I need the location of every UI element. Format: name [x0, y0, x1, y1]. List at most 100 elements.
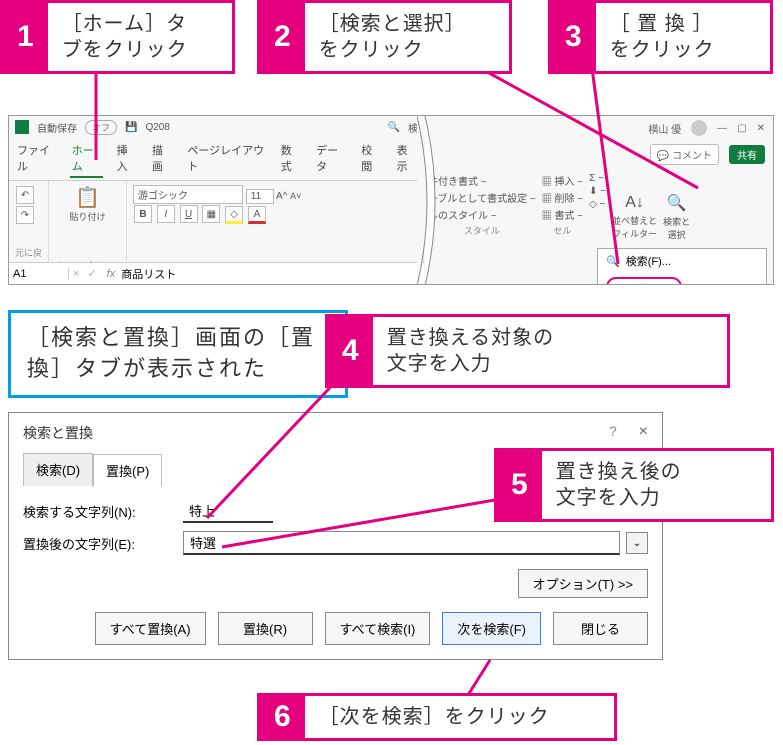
callout-3-text: ［ 置 換 ］ をクリック	[596, 3, 729, 71]
undo-icon[interactable]: ↶	[16, 186, 34, 204]
share-button[interactable]: 共有	[729, 145, 765, 164]
tab-home[interactable]: ホーム	[70, 140, 103, 178]
callout-4: 4 置き換える対象の 文字を入力	[325, 314, 730, 388]
fill-icon[interactable]: ⬇ ~	[589, 186, 606, 197]
fx-icon[interactable]: fx	[101, 268, 122, 280]
formula-value[interactable]: 商品リスト	[121, 266, 176, 282]
avatar[interactable]	[691, 120, 707, 136]
doc-name: Q208	[145, 122, 169, 133]
tab-data[interactable]: データ	[314, 140, 347, 178]
fx-cancel-icon[interactable]: ×	[69, 268, 83, 280]
dialog-buttons: すべて置換(A) 置換(R) すべて検索(I) 次を検索(F) 閉じる	[23, 612, 648, 645]
comment-share-row: 💬 コメント 共有	[424, 140, 773, 169]
titlebar-right: 横山 優 — ▢ ✕	[424, 116, 773, 140]
fill-color-button[interactable]: ◇	[225, 206, 243, 224]
tab-insert[interactable]: 挿入	[115, 140, 138, 178]
window-maximize-icon[interactable]: ▢	[737, 123, 746, 134]
dialog-title: 検索と置換	[23, 423, 93, 443]
options-button[interactable]: オプション(T) >>	[518, 569, 648, 598]
comment-button[interactable]: 💬 コメント	[650, 144, 719, 165]
sort-filter-icon: A↓	[612, 194, 657, 212]
ribbon-tabs: ファイル ホーム 挿入 描画 ページレイアウト 数式 データ 校閲 表示	[9, 138, 424, 181]
callout-6: 6 ［次を検索］をクリック	[257, 693, 617, 741]
tab-layout[interactable]: ページレイアウト	[185, 140, 266, 178]
window-close-icon[interactable]: ✕	[757, 123, 765, 134]
dialog-help-icon[interactable]: ?	[609, 423, 617, 439]
excel-icon	[15, 120, 29, 134]
underline-button[interactable]: U	[180, 205, 198, 223]
callout-5-num: 5	[497, 451, 542, 519]
replace-input[interactable]	[183, 531, 620, 555]
italic-button[interactable]: I	[157, 205, 175, 223]
callout-5-text: 置き換え後の 文字を入力	[542, 451, 696, 519]
callout-2-text: ［検索と選択］ をクリック	[305, 3, 480, 71]
redo-icon[interactable]: ↷	[16, 206, 34, 224]
find-select-icon: 🔍	[663, 193, 690, 213]
dialog-tab-find[interactable]: 検索(D)	[23, 453, 93, 486]
find-next-button[interactable]: 次を検索(F)	[442, 612, 541, 645]
excel-ribbon: 自動保存 オフ 💾 Q208 🔍 検 ファイル ホーム 挿入 描画 ページレイア…	[8, 115, 774, 285]
callout-1: 1 ［ホーム］タ ブをクリック	[0, 0, 235, 74]
ribbon-left: 自動保存 オフ 💾 Q208 🔍 検 ファイル ホーム 挿入 描画 ページレイア…	[9, 116, 424, 284]
sort-filter-button[interactable]: A↓ 並べ替えと フィルター	[612, 173, 657, 260]
tab-view[interactable]: 表示	[395, 140, 418, 178]
tab-draw[interactable]: 描画	[150, 140, 173, 178]
dialog-tab-replace[interactable]: 置換(P)	[93, 454, 162, 487]
info-box: ［検索と置換］画面の［置 換］タブが表示された	[8, 310, 348, 398]
paste-icon[interactable]: 📋	[55, 185, 120, 210]
callout-6-text: ［次を検索］をクリック	[305, 696, 564, 738]
decrease-font-icon[interactable]: A˅	[290, 191, 301, 201]
find-all-button[interactable]: すべて検索(I)	[325, 612, 431, 645]
clear-icon[interactable]: ◇ ~	[589, 199, 606, 210]
save-icon[interactable]: 💾	[125, 122, 137, 133]
options-row: オプション(T) >>	[23, 569, 648, 598]
callout-3: 3 ［ 置 換 ］ をクリック	[548, 0, 773, 74]
ribbon-right: 横山 優 — ▢ ✕ 💬 コメント 共有 件付き書式 ~ ーブルとして書式設定 …	[424, 116, 773, 284]
replace-label: 置換後の文字列(E):	[23, 534, 173, 553]
delete-cells[interactable]: ▦ 削除 ~	[542, 190, 583, 205]
border-button[interactable]: ▦	[202, 205, 220, 223]
tab-file[interactable]: ファイル	[15, 140, 58, 178]
replace-dropdown-button[interactable]: ⌄	[626, 532, 648, 554]
cell-reference[interactable]: A1	[9, 268, 69, 280]
find-select-label: 検索と 選択	[663, 215, 690, 241]
callout-4-text: 置き換える対象の 文字を入力	[373, 317, 568, 385]
replace-button[interactable]: 置換(R)	[218, 612, 313, 645]
dropdown-replace[interactable]: ↔ 置換(R)...	[598, 273, 766, 285]
bold-button[interactable]: B	[134, 205, 152, 223]
autosave-toggle[interactable]: オフ	[85, 120, 117, 135]
group-editing-icons: Σ ~ ⬇ ~ ◇ ~	[589, 173, 606, 260]
autosave-label: 自動保存	[37, 120, 77, 135]
find-input[interactable]	[183, 500, 273, 523]
callout-6-num: 6	[260, 696, 305, 738]
titlebar: 自動保存 オフ 💾 Q208 🔍 検	[9, 116, 424, 138]
font-name-select[interactable]: 游ゴシック	[133, 185, 243, 204]
callout-2: 2 ［検索と選択］ をクリック	[257, 0, 512, 74]
dialog-close-icon[interactable]: ×	[639, 423, 648, 440]
close-button[interactable]: 閉じる	[553, 612, 648, 645]
fx-confirm-icon[interactable]: ✓	[83, 267, 100, 280]
cells-label: セル	[542, 224, 583, 237]
callout-4-num: 4	[328, 317, 373, 385]
dialog-titlebar: 検索と置換 ? ×	[23, 423, 648, 443]
callout-2-num: 2	[260, 3, 305, 71]
increase-font-icon[interactable]: A^	[276, 191, 287, 202]
window-minimize-icon[interactable]: —	[717, 123, 727, 134]
format-cells[interactable]: ▦ 書式 ~	[542, 207, 583, 222]
replace-row: 置換後の文字列(E): ⌄	[23, 531, 648, 555]
font-color-button[interactable]: A	[248, 206, 266, 224]
insert-cells[interactable]: ▦ 挿入 ~	[542, 173, 583, 188]
find-select-dropdown: 🔍 検索(F)... ↔ 置換(R)...	[597, 248, 767, 285]
font-size-select[interactable]: 11	[246, 189, 274, 204]
callout-3-num: 3	[551, 3, 596, 71]
dropdown-find[interactable]: 🔍 検索(F)...	[598, 249, 766, 273]
paste-label[interactable]: 貼り付け	[55, 210, 120, 223]
autosum-icon[interactable]: Σ ~	[589, 173, 606, 184]
tab-review[interactable]: 校閲	[359, 140, 382, 178]
callout-1-num: 1	[3, 3, 48, 71]
sort-filter-label: 並べ替えと フィルター	[612, 214, 657, 240]
search-icon[interactable]: 🔍	[388, 122, 400, 133]
tab-formula[interactable]: 数式	[279, 140, 302, 178]
find-select-button[interactable]: 🔍 検索と 選択	[663, 173, 690, 260]
replace-all-button[interactable]: すべて置換(A)	[95, 612, 206, 645]
